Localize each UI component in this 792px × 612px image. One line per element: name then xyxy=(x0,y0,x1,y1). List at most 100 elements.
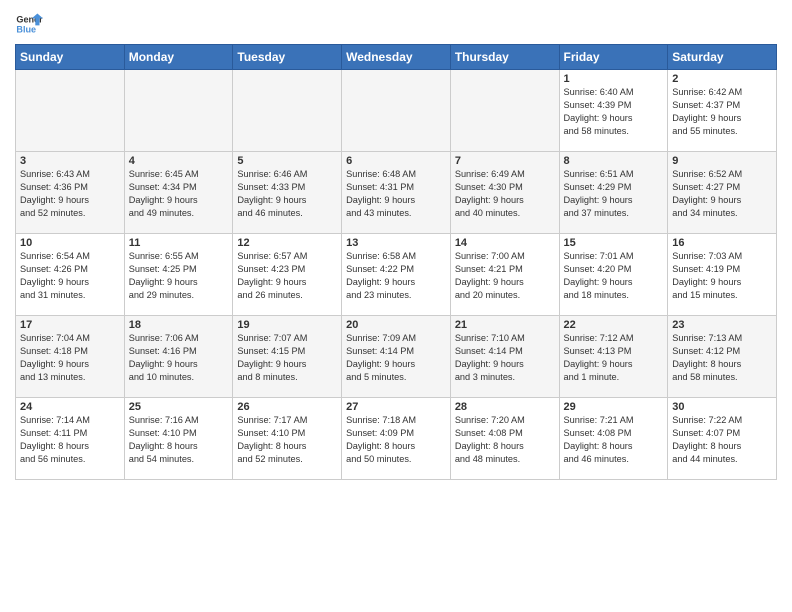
svg-text:Blue: Blue xyxy=(16,24,36,34)
calendar-cell: 5Sunrise: 6:46 AM Sunset: 4:33 PM Daylig… xyxy=(233,152,342,234)
calendar-cell xyxy=(16,70,125,152)
day-info: Sunrise: 7:21 AM Sunset: 4:08 PM Dayligh… xyxy=(564,414,664,466)
day-number: 5 xyxy=(237,155,337,167)
calendar-cell: 22Sunrise: 7:12 AM Sunset: 4:13 PM Dayli… xyxy=(559,316,668,398)
calendar-cell: 26Sunrise: 7:17 AM Sunset: 4:10 PM Dayli… xyxy=(233,398,342,480)
calendar-cell: 16Sunrise: 7:03 AM Sunset: 4:19 PM Dayli… xyxy=(668,234,777,316)
calendar-cell: 12Sunrise: 6:57 AM Sunset: 4:23 PM Dayli… xyxy=(233,234,342,316)
logo: General Blue xyxy=(15,10,43,38)
day-info: Sunrise: 6:57 AM Sunset: 4:23 PM Dayligh… xyxy=(237,250,337,302)
calendar-cell: 21Sunrise: 7:10 AM Sunset: 4:14 PM Dayli… xyxy=(450,316,559,398)
day-info: Sunrise: 7:14 AM Sunset: 4:11 PM Dayligh… xyxy=(20,414,120,466)
calendar-cell: 18Sunrise: 7:06 AM Sunset: 4:16 PM Dayli… xyxy=(124,316,233,398)
day-number: 19 xyxy=(237,319,337,331)
day-info: Sunrise: 7:09 AM Sunset: 4:14 PM Dayligh… xyxy=(346,332,446,384)
day-number: 4 xyxy=(129,155,229,167)
day-number: 18 xyxy=(129,319,229,331)
day-number: 8 xyxy=(564,155,664,167)
weekday-header-friday: Friday xyxy=(559,45,668,70)
day-number: 3 xyxy=(20,155,120,167)
calendar-cell: 10Sunrise: 6:54 AM Sunset: 4:26 PM Dayli… xyxy=(16,234,125,316)
day-number: 1 xyxy=(564,73,664,85)
day-info: Sunrise: 7:04 AM Sunset: 4:18 PM Dayligh… xyxy=(20,332,120,384)
weekday-header-tuesday: Tuesday xyxy=(233,45,342,70)
calendar-cell: 29Sunrise: 7:21 AM Sunset: 4:08 PM Dayli… xyxy=(559,398,668,480)
day-number: 12 xyxy=(237,237,337,249)
day-info: Sunrise: 7:17 AM Sunset: 4:10 PM Dayligh… xyxy=(237,414,337,466)
day-number: 27 xyxy=(346,401,446,413)
calendar-cell xyxy=(124,70,233,152)
weekday-header-sunday: Sunday xyxy=(16,45,125,70)
logo-icon: General Blue xyxy=(15,10,43,38)
day-info: Sunrise: 7:20 AM Sunset: 4:08 PM Dayligh… xyxy=(455,414,555,466)
calendar-cell: 27Sunrise: 7:18 AM Sunset: 4:09 PM Dayli… xyxy=(342,398,451,480)
calendar-cell: 8Sunrise: 6:51 AM Sunset: 4:29 PM Daylig… xyxy=(559,152,668,234)
day-info: Sunrise: 7:18 AM Sunset: 4:09 PM Dayligh… xyxy=(346,414,446,466)
day-number: 26 xyxy=(237,401,337,413)
calendar-cell: 24Sunrise: 7:14 AM Sunset: 4:11 PM Dayli… xyxy=(16,398,125,480)
weekday-header-monday: Monday xyxy=(124,45,233,70)
calendar-cell: 23Sunrise: 7:13 AM Sunset: 4:12 PM Dayli… xyxy=(668,316,777,398)
day-number: 28 xyxy=(455,401,555,413)
calendar-cell: 11Sunrise: 6:55 AM Sunset: 4:25 PM Dayli… xyxy=(124,234,233,316)
calendar-cell: 6Sunrise: 6:48 AM Sunset: 4:31 PM Daylig… xyxy=(342,152,451,234)
day-info: Sunrise: 7:07 AM Sunset: 4:15 PM Dayligh… xyxy=(237,332,337,384)
day-number: 16 xyxy=(672,237,772,249)
day-number: 7 xyxy=(455,155,555,167)
calendar-cell: 13Sunrise: 6:58 AM Sunset: 4:22 PM Dayli… xyxy=(342,234,451,316)
day-number: 13 xyxy=(346,237,446,249)
day-info: Sunrise: 7:06 AM Sunset: 4:16 PM Dayligh… xyxy=(129,332,229,384)
day-number: 10 xyxy=(20,237,120,249)
calendar-cell: 3Sunrise: 6:43 AM Sunset: 4:36 PM Daylig… xyxy=(16,152,125,234)
day-number: 21 xyxy=(455,319,555,331)
calendar-cell: 1Sunrise: 6:40 AM Sunset: 4:39 PM Daylig… xyxy=(559,70,668,152)
calendar-cell: 2Sunrise: 6:42 AM Sunset: 4:37 PM Daylig… xyxy=(668,70,777,152)
calendar-cell xyxy=(342,70,451,152)
day-info: Sunrise: 7:13 AM Sunset: 4:12 PM Dayligh… xyxy=(672,332,772,384)
day-number: 14 xyxy=(455,237,555,249)
calendar-cell: 20Sunrise: 7:09 AM Sunset: 4:14 PM Dayli… xyxy=(342,316,451,398)
day-number: 23 xyxy=(672,319,772,331)
day-info: Sunrise: 6:43 AM Sunset: 4:36 PM Dayligh… xyxy=(20,168,120,220)
day-info: Sunrise: 7:22 AM Sunset: 4:07 PM Dayligh… xyxy=(672,414,772,466)
weekday-header-wednesday: Wednesday xyxy=(342,45,451,70)
day-number: 6 xyxy=(346,155,446,167)
day-info: Sunrise: 6:40 AM Sunset: 4:39 PM Dayligh… xyxy=(564,86,664,138)
calendar: SundayMondayTuesdayWednesdayThursdayFrid… xyxy=(15,44,777,480)
day-number: 17 xyxy=(20,319,120,331)
calendar-cell: 9Sunrise: 6:52 AM Sunset: 4:27 PM Daylig… xyxy=(668,152,777,234)
day-info: Sunrise: 6:58 AM Sunset: 4:22 PM Dayligh… xyxy=(346,250,446,302)
day-info: Sunrise: 6:46 AM Sunset: 4:33 PM Dayligh… xyxy=(237,168,337,220)
day-info: Sunrise: 7:10 AM Sunset: 4:14 PM Dayligh… xyxy=(455,332,555,384)
day-info: Sunrise: 6:49 AM Sunset: 4:30 PM Dayligh… xyxy=(455,168,555,220)
day-info: Sunrise: 6:42 AM Sunset: 4:37 PM Dayligh… xyxy=(672,86,772,138)
calendar-cell: 30Sunrise: 7:22 AM Sunset: 4:07 PM Dayli… xyxy=(668,398,777,480)
calendar-cell xyxy=(233,70,342,152)
day-number: 30 xyxy=(672,401,772,413)
calendar-cell: 14Sunrise: 7:00 AM Sunset: 4:21 PM Dayli… xyxy=(450,234,559,316)
page: General Blue SundayMondayTuesdayWednesda… xyxy=(0,0,792,612)
day-number: 11 xyxy=(129,237,229,249)
calendar-cell: 15Sunrise: 7:01 AM Sunset: 4:20 PM Dayli… xyxy=(559,234,668,316)
day-info: Sunrise: 7:16 AM Sunset: 4:10 PM Dayligh… xyxy=(129,414,229,466)
day-info: Sunrise: 6:52 AM Sunset: 4:27 PM Dayligh… xyxy=(672,168,772,220)
header: General Blue xyxy=(15,10,777,38)
calendar-cell: 19Sunrise: 7:07 AM Sunset: 4:15 PM Dayli… xyxy=(233,316,342,398)
day-number: 15 xyxy=(564,237,664,249)
day-info: Sunrise: 7:03 AM Sunset: 4:19 PM Dayligh… xyxy=(672,250,772,302)
day-info: Sunrise: 6:48 AM Sunset: 4:31 PM Dayligh… xyxy=(346,168,446,220)
day-number: 9 xyxy=(672,155,772,167)
day-number: 25 xyxy=(129,401,229,413)
day-info: Sunrise: 6:54 AM Sunset: 4:26 PM Dayligh… xyxy=(20,250,120,302)
day-number: 22 xyxy=(564,319,664,331)
weekday-header-thursday: Thursday xyxy=(450,45,559,70)
calendar-cell: 28Sunrise: 7:20 AM Sunset: 4:08 PM Dayli… xyxy=(450,398,559,480)
day-info: Sunrise: 7:00 AM Sunset: 4:21 PM Dayligh… xyxy=(455,250,555,302)
day-info: Sunrise: 6:45 AM Sunset: 4:34 PM Dayligh… xyxy=(129,168,229,220)
calendar-cell: 4Sunrise: 6:45 AM Sunset: 4:34 PM Daylig… xyxy=(124,152,233,234)
day-number: 2 xyxy=(672,73,772,85)
day-number: 20 xyxy=(346,319,446,331)
day-info: Sunrise: 7:01 AM Sunset: 4:20 PM Dayligh… xyxy=(564,250,664,302)
weekday-header-saturday: Saturday xyxy=(668,45,777,70)
calendar-cell xyxy=(450,70,559,152)
